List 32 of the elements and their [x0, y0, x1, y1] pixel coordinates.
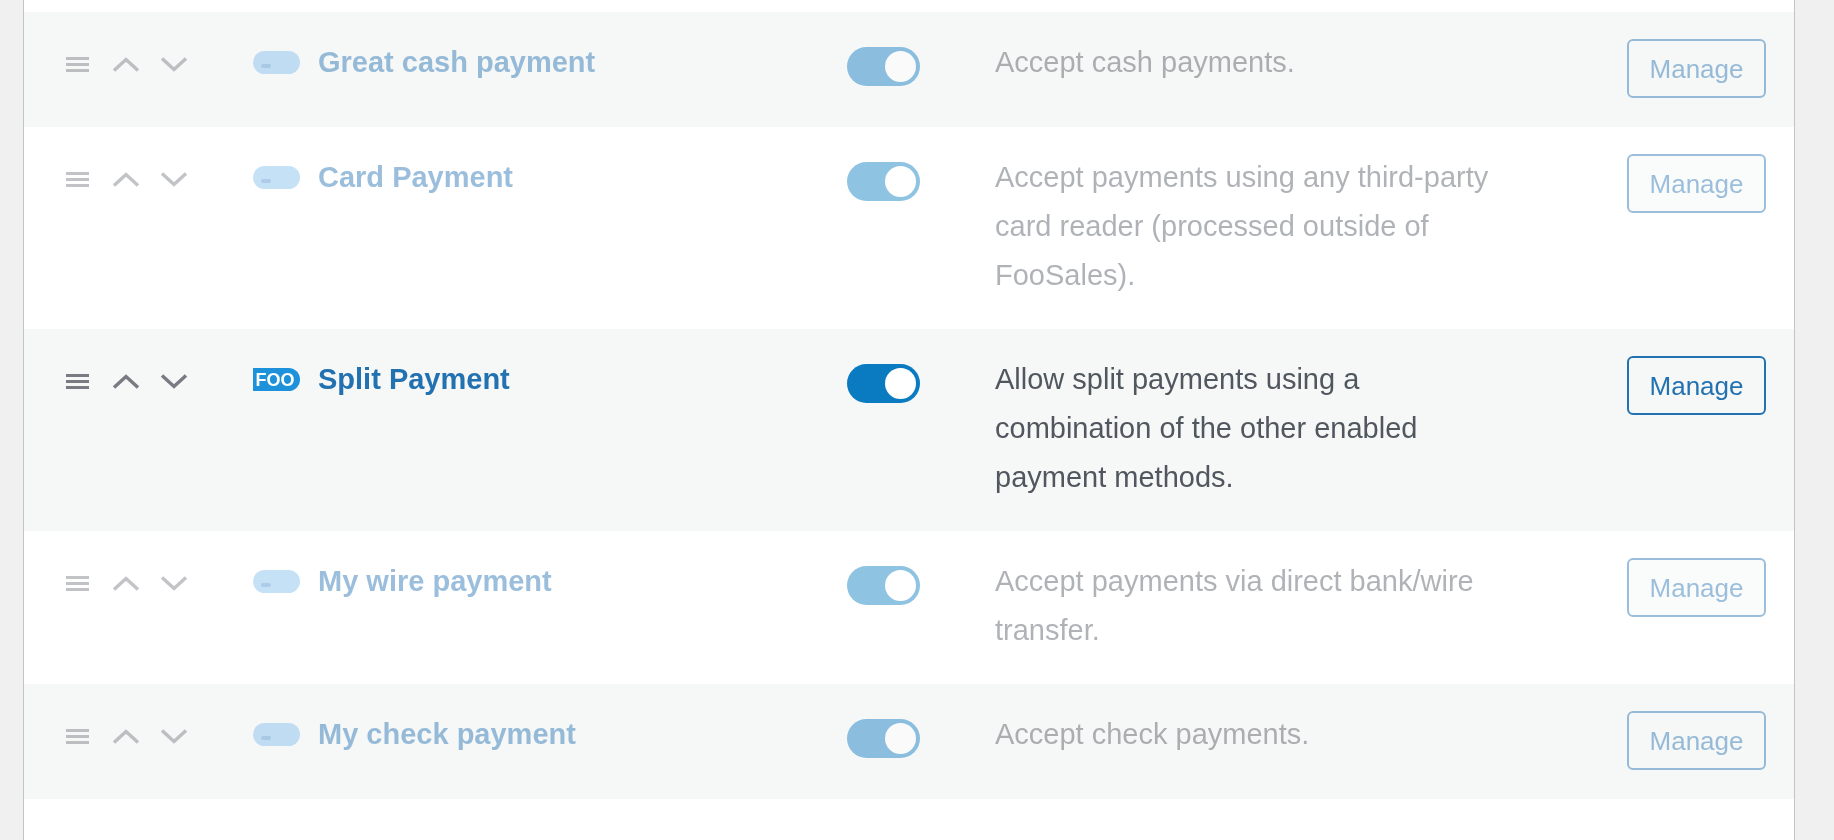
method-description: Allow split payments using a combination of the other enabled payment methods.: [995, 362, 1419, 495]
pill-icon: [253, 51, 300, 74]
method-description: Accept check payments.: [995, 717, 1311, 752]
chevron-down-icon[interactable]: [160, 373, 188, 389]
toggle-switch[interactable]: [847, 719, 920, 758]
method-description: Accept payments via direct bank/wire transfer.: [995, 564, 1475, 648]
manage-button[interactable]: Manage: [1627, 154, 1766, 213]
drag-handle-icon[interactable]: [66, 56, 89, 72]
manage-button[interactable]: Manage: [1627, 39, 1766, 98]
toggle-switch[interactable]: [847, 47, 920, 86]
toggle-switch[interactable]: [847, 566, 920, 605]
payment-method-link[interactable]: My wire payment: [318, 557, 552, 606]
pill-icon: [253, 166, 300, 189]
method-description: Accept cash payments.: [995, 45, 1296, 80]
toggle-switch[interactable]: [847, 162, 920, 201]
payment-method-link[interactable]: Split Payment: [318, 355, 510, 404]
pill-icon: [253, 570, 300, 593]
manage-button[interactable]: Manage: [1627, 558, 1766, 617]
payment-method-link[interactable]: My check payment: [318, 710, 576, 759]
toggle-switch[interactable]: [847, 364, 920, 403]
drag-handle-icon[interactable]: [66, 373, 89, 389]
manage-button[interactable]: Manage: [1627, 356, 1766, 415]
drag-handle-icon[interactable]: [66, 171, 89, 187]
logo: FOO: [253, 368, 300, 391]
pill-icon: [253, 723, 300, 746]
manage-button[interactable]: Manage: [1627, 711, 1766, 770]
drag-handle-icon[interactable]: [66, 575, 89, 591]
payment-method-link[interactable]: Great cash payment: [318, 38, 596, 87]
payment-method-link[interactable]: Card Payment: [318, 153, 513, 202]
chevron-up-icon[interactable]: [112, 373, 140, 389]
method-description: Accept payments using any third-party card reader (processed outside of FooSales).: [995, 160, 1490, 293]
drag-handle-icon[interactable]: [66, 728, 89, 744]
